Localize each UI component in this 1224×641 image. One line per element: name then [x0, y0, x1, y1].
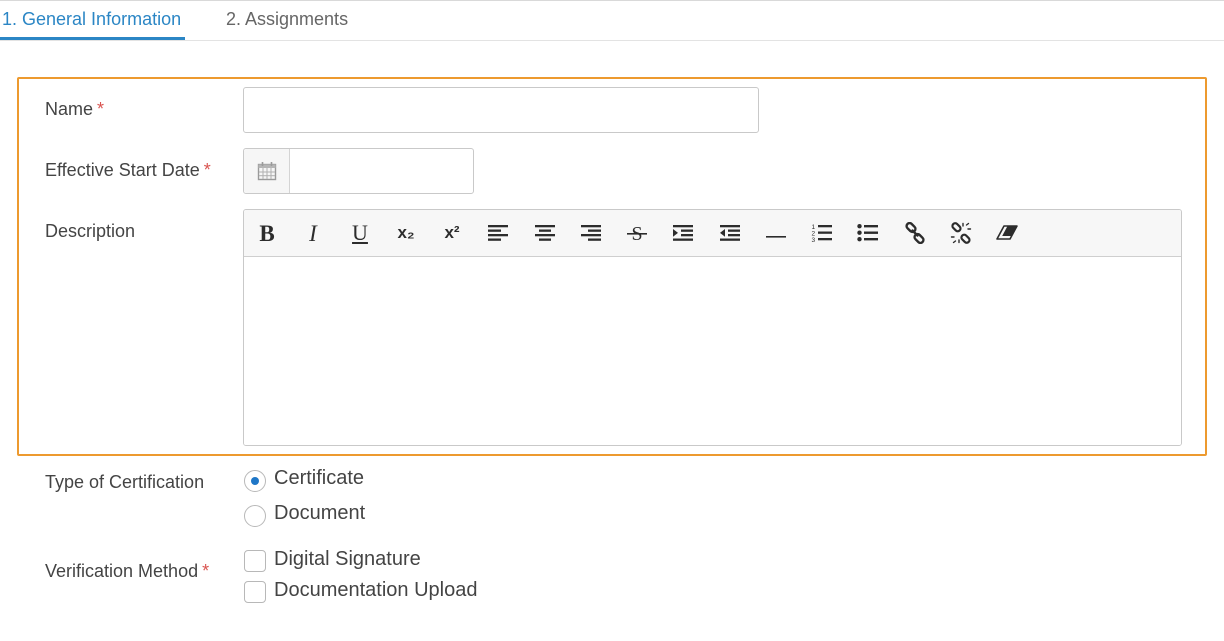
align-left-icon: [488, 225, 508, 241]
superscript-button[interactable]: x²: [435, 217, 469, 249]
align-right-icon: [581, 225, 601, 241]
tab-general-information[interactable]: 1. General Information: [0, 1, 186, 40]
effective-start-date-label-text: Effective Start Date: [45, 160, 200, 180]
unlink-button[interactable]: [944, 217, 978, 249]
radio-certificate[interactable]: [244, 470, 266, 492]
italic-icon: I: [309, 220, 317, 246]
align-center-button[interactable]: [528, 217, 562, 249]
editor-toolbar: B I U x₂ x² 1 2 3: [244, 210, 1181, 257]
tab-bar: 1. General Information 2. Assignments: [0, 1, 1224, 41]
underline-button[interactable]: U: [343, 217, 377, 249]
bold-icon: B: [259, 220, 275, 246]
required-mark: *: [202, 561, 210, 581]
indent-icon: [673, 225, 693, 241]
option-certificate-label[interactable]: Certificate: [274, 467, 364, 490]
outdent-icon: [720, 225, 740, 241]
start-date-input[interactable]: [291, 149, 471, 193]
calendar-icon: [257, 162, 277, 181]
checkbox-digital-signature[interactable]: [244, 550, 266, 572]
strikethrough-icon: S: [627, 223, 647, 243]
required-mark: *: [203, 160, 211, 180]
eraser-icon: [996, 225, 1018, 240]
description-label: Description: [45, 221, 136, 241]
radio-document[interactable]: [244, 505, 266, 527]
horizontal-rule-button[interactable]: [759, 217, 793, 249]
link-button[interactable]: [898, 217, 932, 249]
checkbox-documentation-upload[interactable]: [244, 581, 266, 603]
unordered-list-button[interactable]: [851, 217, 885, 249]
description-editor: B I U x₂ x² 1 2 3: [243, 209, 1182, 446]
type-of-certification-label: Type of Certification: [45, 472, 205, 492]
unordered-list-icon: [857, 224, 878, 242]
underline-icon: U: [352, 220, 368, 245]
unlink-icon: [950, 222, 972, 244]
outdent-button[interactable]: [713, 217, 747, 249]
horizontal-rule-icon: [766, 236, 786, 238]
option-digital-signature-label[interactable]: Digital Signature: [274, 548, 421, 571]
tab-assignments[interactable]: 2. Assignments: [226, 1, 348, 39]
align-center-icon: [535, 225, 555, 241]
subscript-button[interactable]: x₂: [389, 217, 423, 249]
align-right-button[interactable]: [574, 217, 608, 249]
link-icon: [905, 222, 925, 244]
ordered-list-icon: 123: [812, 224, 832, 243]
description-textarea[interactable]: [244, 257, 1181, 445]
option-document-label[interactable]: Document: [274, 502, 365, 525]
name-input[interactable]: [243, 87, 759, 133]
effective-start-date-label: Effective Start Date *: [45, 160, 211, 181]
italic-button[interactable]: I: [296, 217, 330, 249]
verification-method-label-text: Verification Method: [45, 561, 199, 581]
required-mark: *: [97, 99, 105, 119]
calendar-button[interactable]: [244, 149, 290, 193]
align-left-button[interactable]: [481, 217, 515, 249]
start-date-field[interactable]: [243, 148, 474, 194]
svg-text:3: 3: [812, 237, 816, 243]
strikethrough-button[interactable]: S: [620, 217, 654, 249]
indent-button[interactable]: [666, 217, 700, 249]
name-label: Name *: [45, 99, 104, 120]
bold-button[interactable]: B: [250, 217, 284, 249]
subscript-icon: x₂: [397, 223, 415, 242]
name-label-text: Name: [45, 99, 94, 119]
option-documentation-upload-label[interactable]: Documentation Upload: [274, 579, 477, 602]
superscript-icon: x²: [444, 223, 460, 242]
verification-method-label: Verification Method *: [45, 561, 209, 582]
clear-formatting-button[interactable]: [990, 217, 1024, 249]
ordered-list-button[interactable]: 123: [805, 217, 839, 249]
